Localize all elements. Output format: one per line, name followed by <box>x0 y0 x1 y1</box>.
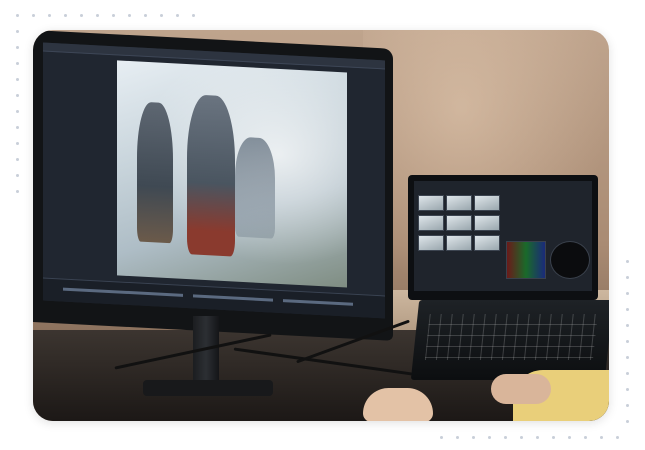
clip-thumbnail <box>418 235 444 251</box>
knight-figure-center <box>187 94 235 257</box>
video-preview-frame <box>117 60 347 288</box>
hand-on-mouse <box>363 388 433 421</box>
knight-figure-left <box>137 101 173 244</box>
clip-thumbnail <box>474 235 500 251</box>
knight-figure-right <box>235 136 275 239</box>
editing-software-screen <box>43 42 385 319</box>
clip-thumbnail <box>418 195 444 211</box>
clip-thumbnail <box>446 215 472 231</box>
color-grading-software <box>414 181 592 291</box>
clip-thumbnail <box>474 215 500 231</box>
vectorscope <box>550 241 590 279</box>
hand-on-keyboard <box>491 374 551 404</box>
desktop-monitor <box>33 30 393 341</box>
laptop-screen <box>408 175 598 300</box>
monitor-stand-base <box>143 380 273 396</box>
clip-thumbnail <box>446 195 472 211</box>
laptop-keyboard <box>410 300 609 380</box>
keyboard-keys <box>424 314 598 360</box>
clip-thumbnail <box>418 215 444 231</box>
clip-thumbnail <box>474 195 500 211</box>
rgb-parade-scope <box>506 241 546 279</box>
clip-thumbnail <box>446 235 472 251</box>
hero-photo <box>33 30 609 421</box>
